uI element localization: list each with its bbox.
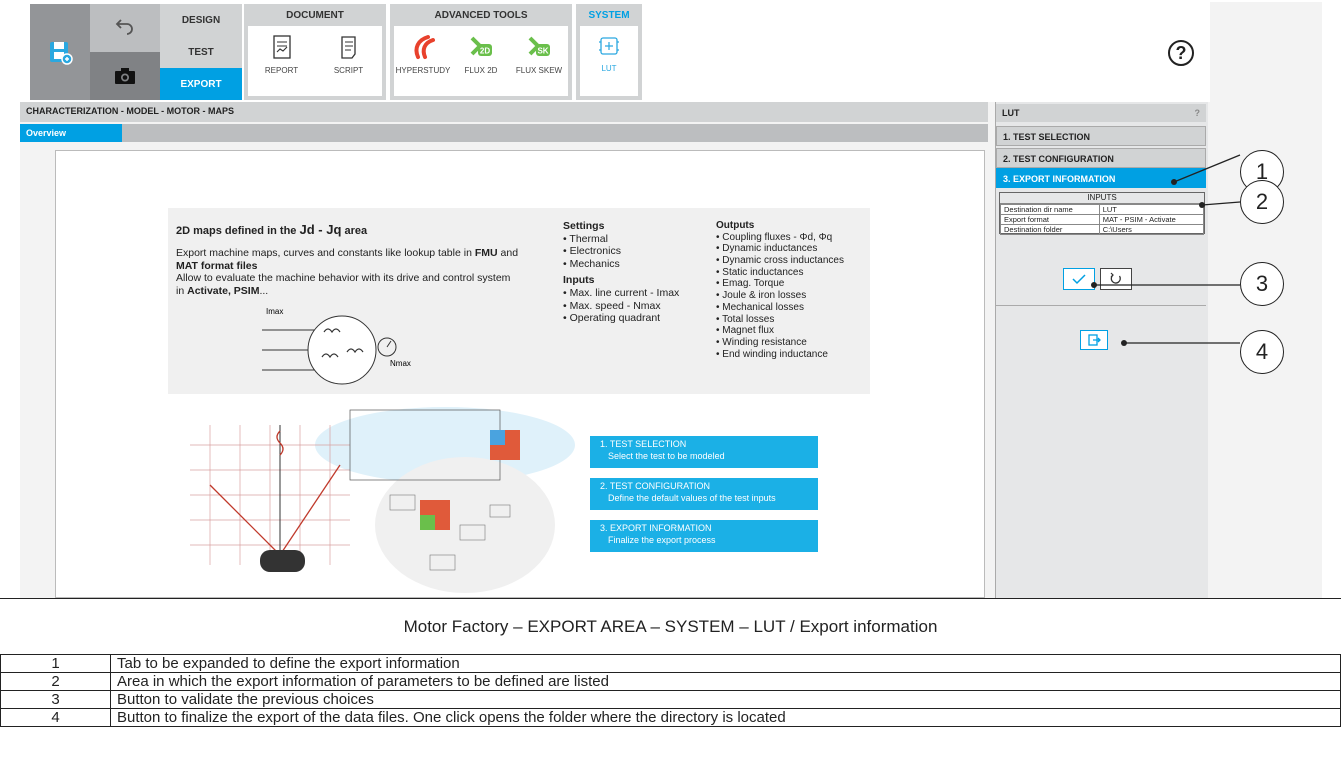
legend-text: Button to validate the previous choices xyxy=(110,690,1341,709)
legend-number: 4 xyxy=(0,708,111,727)
legend-text: Area in which the export information of … xyxy=(110,672,1341,691)
table-row: 2 Area in which the export information of… xyxy=(0,672,1341,691)
callout-4: 4 xyxy=(1240,330,1284,374)
figure-caption: Motor Factory – EXPORT AREA – SYSTEM – L… xyxy=(0,598,1341,654)
callout-lines xyxy=(1091,154,1241,346)
callout-3: 3 xyxy=(1240,262,1284,306)
table-row: 1 Tab to be expanded to define the export… xyxy=(0,654,1341,673)
legend-table: 1 Tab to be expanded to define the export… xyxy=(0,654,1341,727)
legend-text: Button to finalize the export of the dat… xyxy=(110,708,1341,727)
legend-number: 2 xyxy=(0,672,111,691)
table-row: 4 Button to finalize the export of the da… xyxy=(0,708,1341,727)
callout-2: 2 xyxy=(1240,180,1284,224)
table-row: 3 Button to validate the previous choices xyxy=(0,690,1341,709)
legend-number: 1 xyxy=(0,654,111,673)
legend-number: 3 xyxy=(0,690,111,709)
legend-text: Tab to be expanded to define the export … xyxy=(110,654,1341,673)
